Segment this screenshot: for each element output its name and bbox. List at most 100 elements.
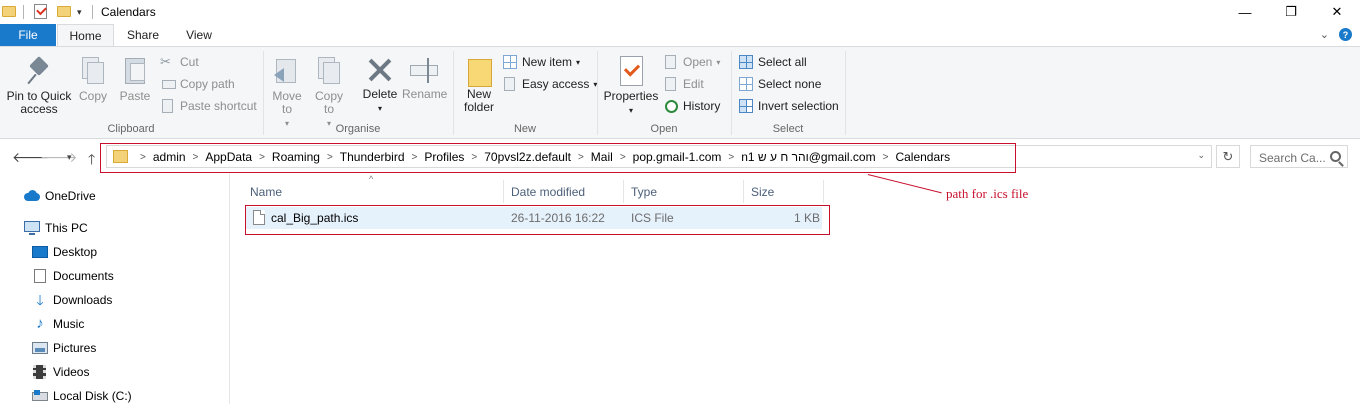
- minimize-button[interactable]: —: [1222, 0, 1268, 24]
- annotation-label: path for .ics file: [946, 186, 1029, 201]
- select-none-icon: [738, 76, 754, 92]
- properties-label: Properties: [603, 89, 659, 103]
- move-to-button[interactable]: Move to ▾: [270, 55, 304, 130]
- toolbar-divider: [92, 5, 93, 19]
- maximize-button[interactable]: ❐: [1268, 0, 1314, 24]
- paste-shortcut-button[interactable]: Paste shortcut: [160, 97, 257, 115]
- column-header-type[interactable]: Type: [624, 180, 744, 203]
- open-button[interactable]: Open ▾: [663, 53, 720, 71]
- open-icon: [663, 54, 679, 70]
- nav-item-local-disk[interactable]: Local Disk (C:): [32, 386, 132, 404]
- copy-path-button[interactable]: Copy path: [160, 75, 235, 93]
- film-icon: [32, 365, 48, 379]
- search-placeholder: Search Ca...: [1259, 151, 1326, 165]
- toolbar-divider: [23, 5, 24, 19]
- nav-item-label: OneDrive: [45, 189, 96, 203]
- nav-item-music[interactable]: ♪ Music: [32, 314, 84, 334]
- copy-button[interactable]: Copy: [76, 55, 110, 103]
- tab-share[interactable]: Share: [118, 24, 168, 46]
- search-icon: [1330, 151, 1341, 162]
- column-header-date-modified[interactable]: Date modified: [504, 180, 624, 203]
- customize-toolbar-chevron-icon[interactable]: ▾: [77, 7, 82, 18]
- move-to-icon: [272, 55, 302, 87]
- delete-button[interactable]: Delete ▾: [361, 55, 399, 115]
- paste-shortcut-icon: [160, 98, 176, 114]
- edit-label: Edit: [683, 77, 704, 91]
- navigation-pane: OneDrive This PC Desktop Documents 🡓 Dow…: [0, 174, 230, 404]
- invert-selection-button[interactable]: Invert selection: [738, 97, 839, 115]
- nav-item-documents[interactable]: Documents: [32, 266, 114, 286]
- nav-item-this-pc[interactable]: This PC: [24, 218, 88, 238]
- paste-icon: [121, 55, 149, 87]
- new-folder-icon[interactable]: [57, 6, 71, 17]
- new-group-label: New: [513, 123, 536, 135]
- tab-file[interactable]: File: [0, 24, 56, 46]
- new-item-label: New item: [522, 55, 573, 69]
- new-folder-button[interactable]: New folder: [459, 55, 499, 114]
- copy-label: Copy: [78, 89, 107, 103]
- help-icon[interactable]: ?: [1339, 28, 1352, 41]
- chevron-down-icon[interactable]: ⌄: [1320, 28, 1329, 41]
- new-item-button[interactable]: New item ▾: [502, 53, 580, 71]
- ribbon-tabs: File Home Share View ⌄ ?: [0, 24, 1360, 47]
- cloud-icon: [24, 189, 40, 203]
- search-input[interactable]: Search Ca...: [1250, 145, 1348, 168]
- clipboard-group-label: Clipboard: [107, 123, 155, 135]
- nav-item-label: Videos: [53, 365, 90, 379]
- tab-home[interactable]: Home: [57, 24, 114, 47]
- new-folder-icon: [466, 55, 492, 87]
- nav-item-downloads[interactable]: 🡓 Downloads: [32, 290, 112, 310]
- open-group-label: Open: [650, 123, 678, 135]
- ribbon-help-controls: ⌄ ?: [1320, 28, 1352, 41]
- refresh-icon: ↻: [1222, 148, 1234, 164]
- properties-icon[interactable]: [34, 4, 47, 19]
- select-group-label: Select: [772, 123, 804, 135]
- copy-icon: [79, 55, 107, 87]
- cut-label: Cut: [180, 55, 199, 69]
- properties-button[interactable]: Properties ▾: [603, 55, 659, 117]
- documents-icon: [32, 269, 48, 283]
- nav-item-pictures[interactable]: Pictures: [32, 338, 96, 358]
- chevron-down-icon: ▾: [716, 57, 721, 67]
- folder-icon[interactable]: [2, 6, 16, 17]
- nav-item-desktop[interactable]: Desktop: [32, 242, 97, 262]
- pin-to-quick-access-button[interactable]: Pin to Quick access: [5, 57, 73, 116]
- tab-view[interactable]: View: [174, 24, 224, 46]
- edit-icon: [663, 76, 679, 92]
- address-dropdown-chevron-icon[interactable]: ⌄: [1197, 150, 1205, 161]
- easy-access-icon: [502, 76, 518, 92]
- copy-path-label: Copy path: [180, 77, 235, 91]
- chevron-down-icon: ▾: [576, 57, 581, 67]
- nav-item-onedrive[interactable]: OneDrive: [24, 186, 96, 206]
- group-divider: [845, 51, 846, 135]
- close-button[interactable]: ✕: [1314, 0, 1360, 24]
- select-all-button[interactable]: Select all: [738, 53, 807, 71]
- pin-icon: [25, 57, 53, 87]
- select-all-label: Select all: [758, 55, 807, 69]
- recent-locations-chevron-icon[interactable]: ▾: [67, 152, 72, 163]
- nav-item-videos[interactable]: Videos: [32, 362, 89, 382]
- hard-drive-icon: [32, 389, 48, 403]
- nav-item-label: Pictures: [53, 341, 97, 355]
- edit-button[interactable]: Edit: [663, 75, 704, 93]
- invert-selection-label: Invert selection: [758, 99, 839, 113]
- column-header-size[interactable]: Size: [744, 180, 824, 203]
- rename-button[interactable]: Rename: [402, 55, 447, 101]
- pin-to-quick-access-label: Pin to Quick access: [6, 89, 72, 116]
- download-arrow-icon: 🡓: [36, 292, 44, 308]
- history-label: History: [683, 99, 721, 113]
- up-arrow-icon[interactable]: 🡑: [88, 149, 95, 173]
- move-to-label: Move to: [272, 89, 302, 116]
- copy-to-button[interactable]: Copy to ▾: [312, 55, 346, 130]
- easy-access-button[interactable]: Easy access ▾: [502, 75, 597, 93]
- pictures-icon: [32, 341, 48, 355]
- annotation-file-highlight: [245, 205, 830, 235]
- history-button[interactable]: History: [663, 97, 720, 115]
- cut-button[interactable]: ✂ Cut: [160, 53, 199, 71]
- desktop-icon: [32, 245, 48, 259]
- paste-button[interactable]: Paste: [118, 55, 152, 103]
- refresh-button[interactable]: ↻: [1216, 145, 1240, 168]
- column-header-name[interactable]: Name: [243, 180, 504, 203]
- select-none-label: Select none: [758, 77, 822, 91]
- select-none-button[interactable]: Select none: [738, 75, 821, 93]
